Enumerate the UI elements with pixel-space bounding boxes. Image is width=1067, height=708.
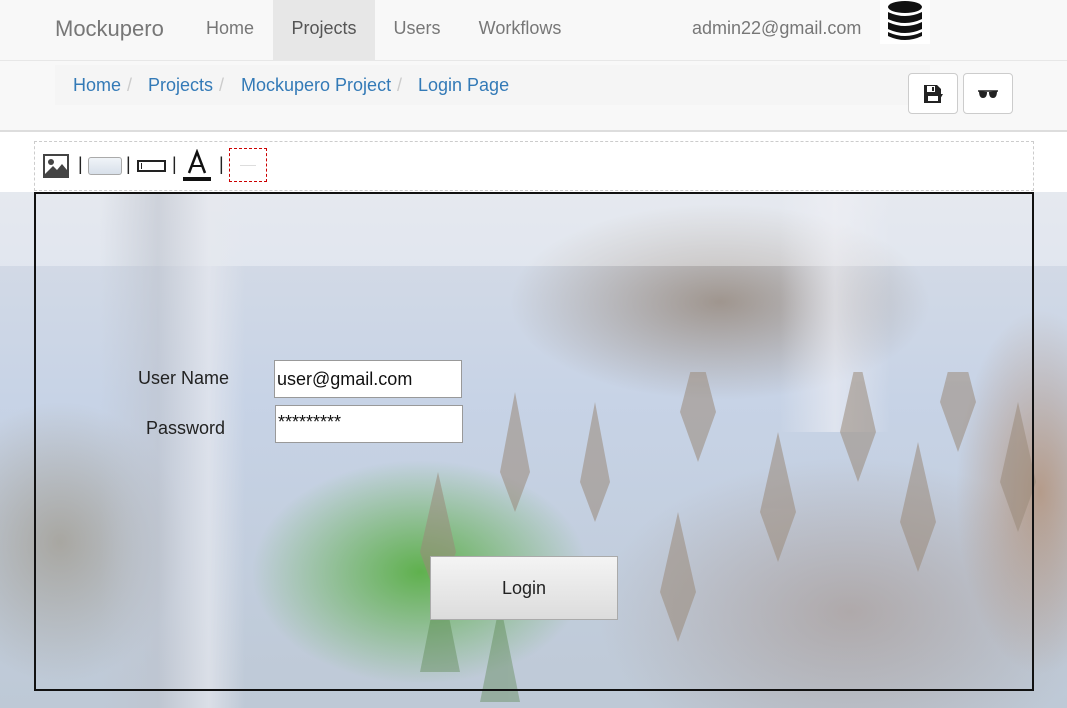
text-tool[interactable] bbox=[182, 142, 212, 190]
divider-icon bbox=[240, 164, 256, 166]
nav-projects[interactable]: Projects bbox=[273, 0, 375, 60]
save-icon bbox=[924, 84, 943, 103]
preview-button[interactable] bbox=[963, 73, 1013, 114]
toolbox: | | | | bbox=[34, 141, 1034, 191]
breadcrumb-bar: Home / Projects / Mockupero Project / Lo… bbox=[0, 61, 1067, 132]
button-tool[interactable] bbox=[87, 142, 123, 190]
design-canvas[interactable]: User Name user@gmail.com Password ******… bbox=[0, 192, 1067, 708]
glasses-icon bbox=[978, 89, 998, 98]
nav-home[interactable]: Home bbox=[190, 0, 270, 60]
username-field[interactable]: user@gmail.com bbox=[274, 360, 462, 398]
text-icon bbox=[183, 149, 211, 181]
toolbox-separator: | bbox=[126, 154, 131, 174]
brand-logo[interactable]: Mockupero bbox=[55, 16, 164, 42]
username-label: User Name bbox=[138, 368, 230, 388]
user-email[interactable]: admin22@gmail.com bbox=[692, 0, 861, 56]
breadcrumb-login-page[interactable]: Login Page bbox=[418, 75, 509, 96]
breadcrumb-projects[interactable]: Projects bbox=[148, 75, 213, 96]
nav-users[interactable]: Users bbox=[378, 0, 456, 60]
textbox-icon bbox=[136, 160, 166, 172]
breadcrumb-separator: / bbox=[127, 75, 133, 95]
toolbox-separator: | bbox=[172, 154, 177, 174]
image-icon bbox=[43, 154, 69, 178]
password-field[interactable]: ********* bbox=[275, 405, 463, 443]
nav-workflows[interactable]: Workflows bbox=[463, 0, 577, 60]
breadcrumb-project[interactable]: Mockupero Project bbox=[241, 75, 391, 96]
image-tool[interactable] bbox=[41, 142, 71, 190]
database-icon[interactable] bbox=[880, 0, 930, 44]
navbar: Mockupero Home Projects Users Workflows … bbox=[0, 0, 1067, 61]
divider-tool[interactable] bbox=[229, 148, 267, 182]
password-label: Password bbox=[146, 418, 226, 438]
breadcrumb-home[interactable]: Home bbox=[73, 75, 121, 96]
breadcrumb: Home / Projects / Mockupero Project / Lo… bbox=[55, 65, 930, 105]
breadcrumb-separator: / bbox=[219, 75, 225, 95]
save-button[interactable] bbox=[908, 73, 958, 114]
toolbox-separator: | bbox=[78, 154, 83, 174]
button-icon bbox=[88, 157, 122, 175]
textbox-tool[interactable] bbox=[135, 142, 167, 190]
breadcrumb-separator: / bbox=[397, 75, 403, 95]
login-button[interactable]: Login bbox=[430, 556, 618, 620]
toolbox-separator: | bbox=[219, 154, 224, 174]
